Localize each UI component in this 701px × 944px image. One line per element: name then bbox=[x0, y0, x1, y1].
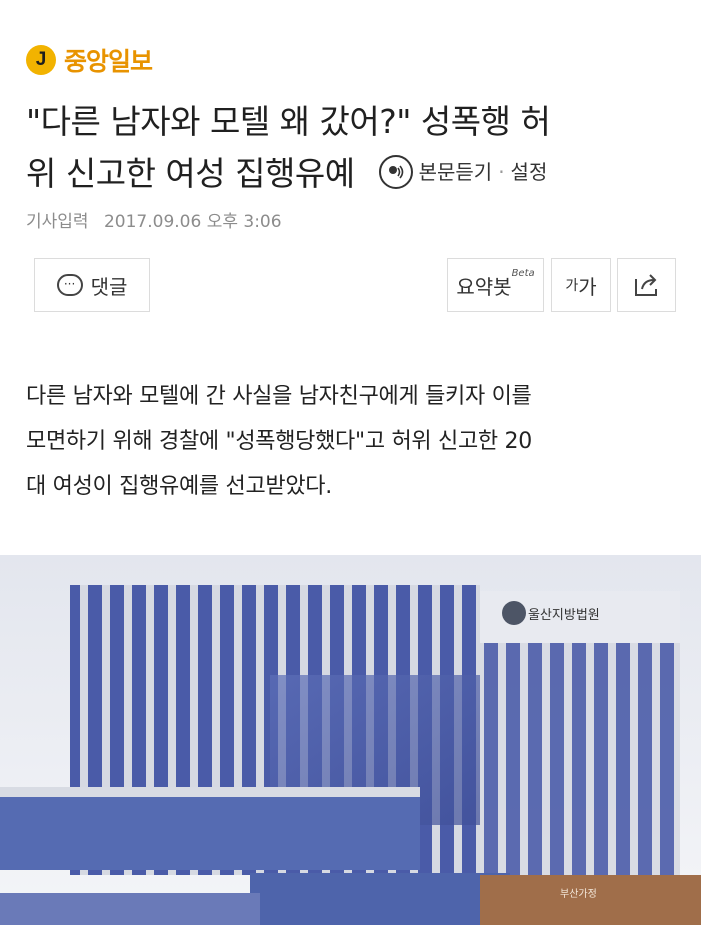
body-line-3: 대 여성이 집행유예를 선고받았다. bbox=[26, 474, 332, 499]
publisher-name[interactable]: 중앙일보 bbox=[64, 42, 153, 78]
article-photo: 울산지방법원 부산가정 bbox=[0, 555, 701, 925]
font-size-button[interactable]: 가 가 bbox=[551, 258, 611, 312]
article-meta: 기사입력 2017.09.06 오후 3:06 bbox=[26, 207, 282, 232]
courthouse-sign: 울산지방법원 bbox=[528, 608, 600, 623]
publisher-logo-icon: J bbox=[26, 45, 56, 75]
share-button[interactable] bbox=[617, 258, 676, 312]
tts-control[interactable]: 본문듣기 · 설정 bbox=[378, 146, 548, 198]
comment-label: 댓글 bbox=[90, 274, 128, 299]
tts-separator: · bbox=[498, 159, 505, 184]
meta-date: 2017.09.06 오후 3:06 bbox=[103, 212, 282, 232]
tts-speaker-icon[interactable] bbox=[378, 154, 413, 189]
summary-label: 요약봇 bbox=[456, 274, 512, 299]
meta-label: 기사입력 bbox=[26, 212, 89, 232]
body-line-1: 다른 남자와 모텔에 간 사실을 남자친구에게 들키자 이를 bbox=[26, 384, 532, 409]
body-line-2: 모면하기 위해 경찰에 "성폭행당했다"고 허위 신고한 20 bbox=[26, 429, 532, 454]
article-body: 다른 남자와 모텔에 간 사실을 남자친구에게 들키자 이를 모면하기 위해 경… bbox=[26, 374, 666, 509]
title-line-1: "다른 남자와 모텔 왜 갔어?" 성폭행 허 bbox=[26, 102, 551, 141]
beta-badge: Beta bbox=[511, 267, 535, 279]
font-large-glyph: 가 bbox=[578, 274, 597, 299]
comment-button[interactable]: ··· 댓글 bbox=[34, 258, 150, 312]
share-icon bbox=[634, 274, 657, 296]
title-line-2: 위 신고한 여성 집행유예 bbox=[26, 154, 355, 193]
publisher-header: J 중앙일보 bbox=[26, 40, 153, 80]
tts-settings-link[interactable]: 설정 bbox=[511, 146, 548, 198]
tts-label[interactable]: 본문듣기 bbox=[419, 146, 493, 198]
lower-building-sign: 부산가정 bbox=[560, 888, 597, 900]
summary-bot-button[interactable]: 요약봇 Beta bbox=[447, 258, 544, 312]
courthouse-illustration: 울산지방법원 부산가정 bbox=[0, 555, 701, 925]
article-title: "다른 남자와 모텔 왜 갔어?" 성폭행 허 위 신고한 여성 집행유예 본문… bbox=[26, 96, 666, 202]
comment-icon: ··· bbox=[56, 274, 83, 296]
font-small-glyph: 가 bbox=[565, 278, 579, 294]
